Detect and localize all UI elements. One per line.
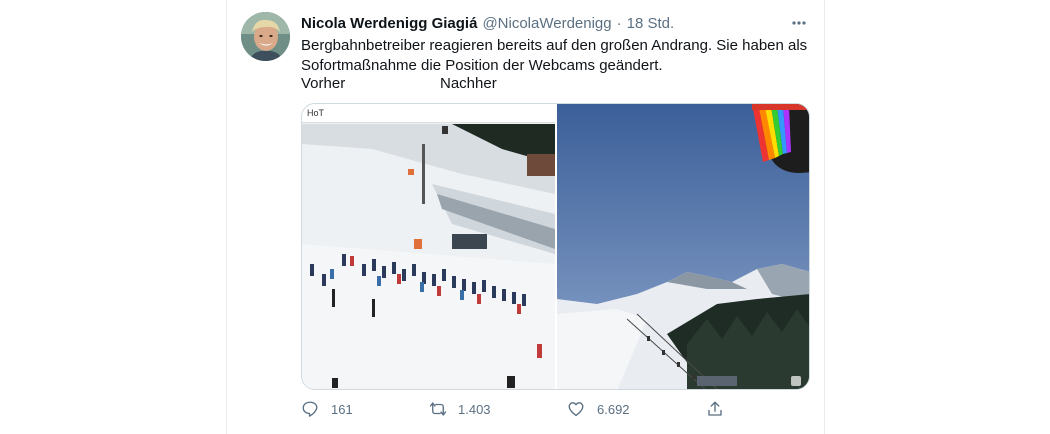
reply-icon — [301, 400, 319, 418]
retweet-icon — [428, 400, 447, 418]
share-icon — [706, 400, 724, 418]
page: Nicola Werdenigg Giagiá @NicolaWerdenigg… — [0, 0, 1050, 434]
tweet-media[interactable]: HoT — [301, 103, 810, 390]
ski-lift-crowd-image — [302, 104, 555, 389]
label-before: Vorher — [301, 75, 346, 92]
more-horizontal-icon[interactable] — [788, 12, 810, 34]
tweet-timestamp[interactable]: 18 Std. — [627, 15, 675, 32]
before-after-labels: Vorher Nachher — [301, 75, 816, 95]
author-handle[interactable]: @NicolaWerdenigg — [482, 15, 611, 32]
separator-dot: · — [616, 14, 622, 32]
mountain-webcam-image — [556, 104, 809, 389]
author-name[interactable]: Nicola Werdenigg Giagiá — [301, 15, 477, 32]
retweet-count: 1.403 — [458, 401, 491, 417]
retweet-button[interactable]: 1.403 — [428, 398, 491, 420]
tweet-text-line: Sofortmaßnahme die Position der Webcams … — [301, 57, 663, 74]
reply-button[interactable]: 161 — [301, 398, 353, 420]
reply-count: 161 — [331, 401, 353, 417]
label-after: Nachher — [440, 75, 497, 92]
avatar-image — [241, 12, 290, 61]
tweet-actions: 161 1.403 6.692 — [301, 398, 816, 420]
watermark-label: HoT — [302, 104, 555, 123]
heart-icon — [567, 400, 585, 418]
tweet-card[interactable]: Nicola Werdenigg Giagiá @NicolaWerdenigg… — [226, 0, 825, 434]
ski-lift-crowd-photo[interactable]: HoT — [302, 104, 555, 389]
tweet-text-line: Bergbahnbetreiber reagieren bereits auf … — [301, 37, 808, 54]
like-count: 6.692 — [597, 401, 630, 417]
like-button[interactable]: 6.692 — [567, 398, 630, 420]
share-button[interactable] — [706, 398, 724, 420]
avatar[interactable] — [241, 12, 290, 61]
tweet-text: Bergbahnbetreiber reagieren bereits auf … — [301, 36, 816, 76]
tweet-header: Nicola Werdenigg Giagiá @NicolaWerdenigg… — [301, 12, 810, 34]
mountain-webcam-photo[interactable] — [556, 104, 809, 389]
